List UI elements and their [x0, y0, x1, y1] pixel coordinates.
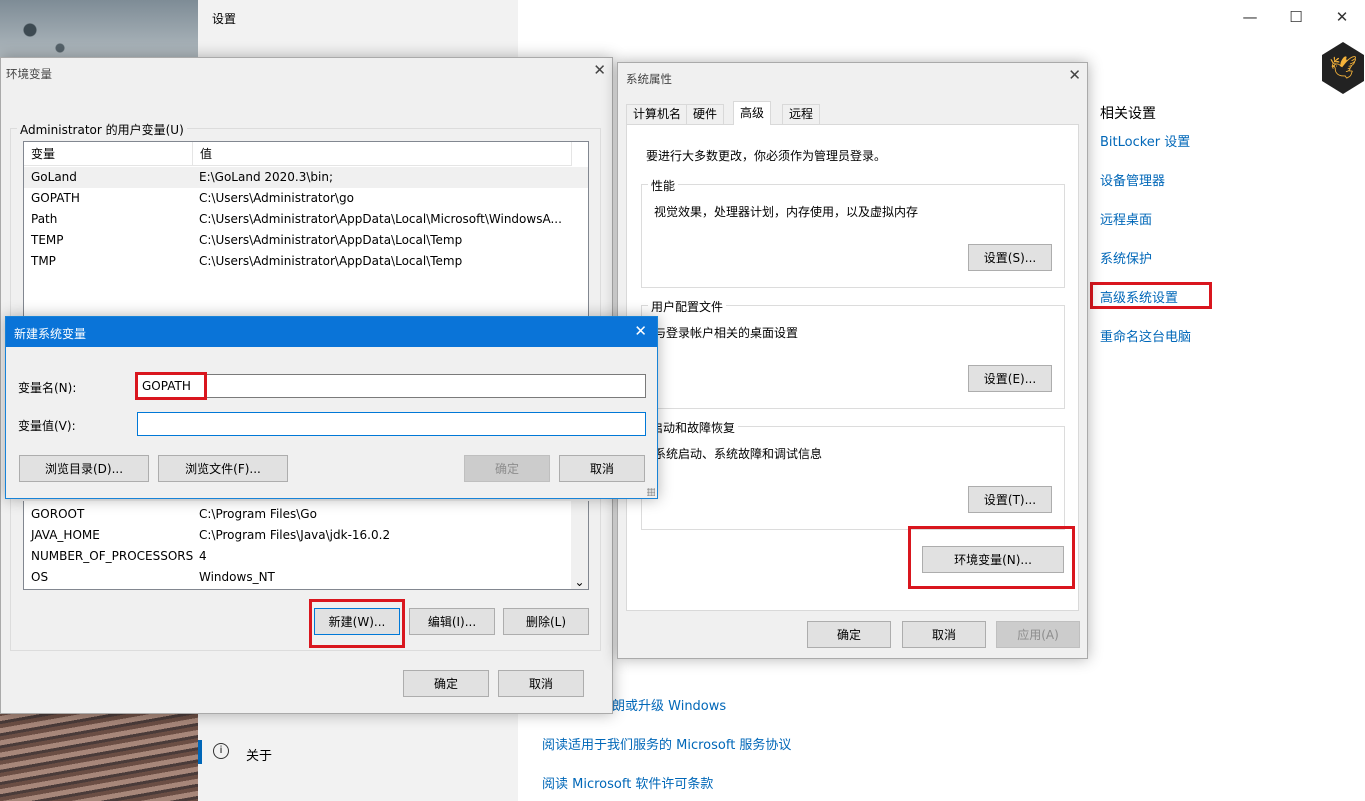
close-icon[interactable]: ✕ [593, 61, 606, 79]
ok-button[interactable]: 确定 [464, 455, 550, 482]
ok-button[interactable]: 确定 [807, 621, 891, 648]
cancel-button[interactable]: 取消 [902, 621, 986, 648]
tab-advanced[interactable]: 高级 [733, 101, 772, 125]
system-variables-list[interactable]: GOROOT C:\Program Files\Go JAVA_HOME C:\… [23, 501, 589, 590]
wallpaper-branch [0, 0, 198, 60]
list-scrollbar[interactable]: ⌄ [571, 501, 588, 589]
ok-button[interactable]: 确定 [403, 670, 489, 697]
variable-name-input[interactable]: GOPATH [137, 374, 646, 398]
admin-note: 要进行大多数更改，你必须作为管理员登录。 [646, 149, 887, 163]
browse-file-button[interactable]: 浏览文件(F)... [158, 455, 288, 482]
table-row[interactable]: GOROOT C:\Program Files\Go [24, 504, 588, 525]
highlight-box [135, 372, 207, 400]
close-button[interactable]: ✕ [1332, 8, 1352, 26]
close-icon[interactable]: ✕ [1068, 66, 1081, 84]
remote-desktop-link[interactable]: 远程桌面 [1100, 209, 1152, 228]
user-variables-list[interactable]: 变量 值 GoLand E:\GoLand 2020.3\bin; GOPATH… [23, 141, 589, 319]
variable-value-input[interactable] [137, 412, 646, 436]
startup-recovery-label: 启动和故障恢复 [648, 419, 739, 436]
user-profile-group: 用户配置文件 与登录帐户相关的桌面设置 设置(E)... [641, 298, 1065, 409]
maximize-button[interactable]: ☐ [1286, 8, 1306, 26]
startup-settings-button[interactable]: 设置(T)... [968, 486, 1052, 513]
column-header-variable[interactable]: 变量 [24, 142, 193, 166]
cancel-button[interactable]: 取消 [498, 670, 584, 697]
table-row[interactable]: TMP C:\Users\Administrator\AppData\Local… [24, 251, 588, 272]
close-icon[interactable]: ✕ [634, 322, 647, 340]
apply-button[interactable]: 应用(A) [996, 621, 1080, 648]
table-row[interactable]: GOPATH C:\Users\Administrator\go [24, 188, 588, 209]
chevron-down-icon[interactable]: ⌄ [571, 575, 588, 589]
wallpaper-water [0, 712, 198, 801]
table-row[interactable]: OS Windows_NT [24, 567, 588, 588]
nav-selection-marker [198, 740, 202, 764]
device-manager-link[interactable]: 设备管理器 [1100, 170, 1165, 189]
dialog-title-bar[interactable]: 新建系统变量 ✕ [6, 317, 657, 347]
info-icon: i [213, 743, 229, 759]
bitlocker-link[interactable]: BitLocker 设置 [1100, 131, 1190, 150]
tab-hardware[interactable]: 硬件 [686, 104, 725, 125]
delete-button[interactable]: 删除(L) [503, 608, 589, 635]
edit-button[interactable]: 编辑(I)... [409, 608, 495, 635]
table-row[interactable]: Path C:\Users\Administrator\AppData\Loca… [24, 209, 588, 230]
variable-value-label: 变量值(V): [18, 419, 76, 433]
table-row[interactable]: GoLand E:\GoLand 2020.3\bin; [24, 167, 588, 188]
service-agreement-link[interactable]: 阅读适用于我们服务的 Microsoft 服务协议 [542, 734, 791, 753]
related-settings-heading: 相关设置 [1100, 106, 1156, 122]
tab-remote[interactable]: 远程 [782, 104, 821, 125]
startup-recovery-group: 启动和故障恢复 系统启动、系统故障和调试信息 设置(T)... [641, 419, 1065, 530]
user-variables-label: Administrator 的用户变量(U) [17, 121, 187, 138]
tab-computer-name[interactable]: 计算机名 [626, 104, 689, 125]
upgrade-windows-link[interactable]: 朗或升级 Windows [612, 695, 726, 714]
variable-name-label: 变量名(N): [18, 381, 77, 395]
nav-item-about[interactable]: 关于 [246, 745, 272, 764]
startup-recovery-desc: 系统启动、系统故障和调试信息 [654, 447, 823, 461]
browse-directory-button[interactable]: 浏览目录(D)... [19, 455, 149, 482]
performance-group: 性能 视觉效果，处理器计划，内存使用，以及虚拟内存 设置(S)... [641, 177, 1065, 288]
column-header-value[interactable]: 值 [193, 142, 572, 166]
new-system-variable-dialog: 新建系统变量 ✕ 变量名(N): GOPATH 变量值(V): 浏览目录(D).… [5, 316, 658, 499]
user-profile-desc: 与登录帐户相关的桌面设置 [654, 326, 799, 340]
system-properties-dialog: 系统属性 ✕ 计算机名 硬件 高级 远程 要进行大多数更改，你必须作为管理员登录… [617, 62, 1088, 659]
performance-settings-button[interactable]: 设置(S)... [968, 244, 1052, 271]
system-protection-link[interactable]: 系统保护 [1100, 248, 1152, 267]
table-row[interactable]: NUMBER_OF_PROCESSORS 4 [24, 546, 588, 567]
dialog-title: 环境变量 [6, 67, 52, 81]
highlight-box [309, 599, 405, 648]
profile-settings-button[interactable]: 设置(E)... [968, 365, 1052, 392]
highlight-box [908, 526, 1075, 589]
table-row[interactable]: TEMP C:\Users\Administrator\AppData\Loca… [24, 230, 588, 251]
table-row[interactable]: JAVA_HOME C:\Program Files\Java\jdk-16.0… [24, 525, 588, 546]
settings-window-title: 设置 [212, 12, 237, 26]
performance-desc: 视觉效果，处理器计划，内存使用，以及虚拟内存 [654, 205, 919, 219]
performance-label: 性能 [648, 177, 679, 194]
cancel-button[interactable]: 取消 [559, 455, 645, 482]
license-terms-link[interactable]: 阅读 Microsoft 软件许可条款 [542, 773, 713, 792]
user-profile-label: 用户配置文件 [648, 298, 727, 315]
minimize-button[interactable]: — [1240, 8, 1260, 26]
resize-grip-icon[interactable] [647, 488, 655, 496]
highlight-box [1090, 282, 1212, 309]
dialog-title: 系统属性 [626, 72, 672, 86]
rename-pc-link[interactable]: 重命名这台电脑 [1100, 326, 1191, 345]
dialog-title: 新建系统变量 [14, 327, 87, 341]
